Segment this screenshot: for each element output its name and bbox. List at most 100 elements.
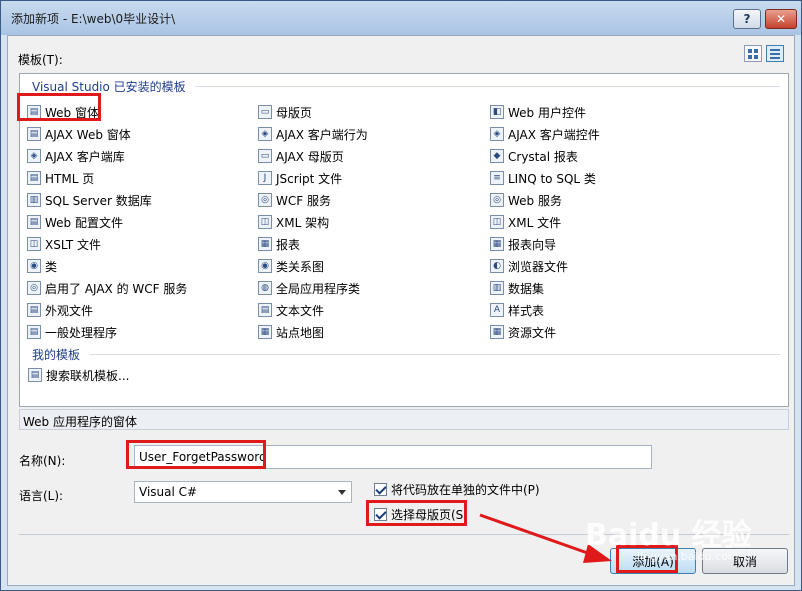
xml-schema-icon: ◫ <box>258 215 272 229</box>
resource-file-icon: ▦ <box>490 325 504 339</box>
jscript-icon: J <box>258 171 272 185</box>
item-label: 样式表 <box>508 303 545 318</box>
template-item[interactable]: ▤ Web 配置文件 <box>27 212 123 232</box>
template-item[interactable]: ◆ Crystal 报表 <box>490 146 578 166</box>
template-item[interactable]: A 样式表 <box>490 300 544 320</box>
template-item[interactable]: ◧ Web 用户控件 <box>490 102 586 122</box>
xml-file-icon: ◫ <box>490 215 504 229</box>
template-item[interactable]: ◐ 浏览器文件 <box>490 256 568 276</box>
template-item[interactable]: ◎ WCF 服务 <box>258 190 331 210</box>
separate-code-label: 将代码放在单独的文件中(P) <box>391 482 540 497</box>
close-button[interactable]: ✕ <box>765 9 797 29</box>
report-icon: ▦ <box>258 237 272 251</box>
title-bar[interactable]: 添加新项 - E:\web\0毕业设计\ ? ✕ <box>1 1 801 35</box>
ajax-behavior-icon: ◈ <box>258 127 272 141</box>
item-label: AJAX 母版页 <box>276 149 344 164</box>
template-item[interactable]: ≡ LINQ to SQL 类 <box>490 168 596 188</box>
templates-list[interactable]: Visual Studio 已安装的模板 我的模板 ▤ 搜索联机模板... ▤ W… <box>19 73 789 407</box>
template-item[interactable]: ▦ 资源文件 <box>490 322 556 342</box>
item-label: Web 用户控件 <box>508 105 586 120</box>
template-item[interactable]: ◈ AJAX 客户端库 <box>27 146 125 166</box>
template-item[interactable]: ◈ AJAX 客户端控件 <box>490 124 600 144</box>
item-label: XML 架构 <box>276 215 330 230</box>
template-item[interactable]: ▦ 报表 <box>258 234 300 254</box>
window-title: 添加新项 - E:\web\0毕业设计\ <box>11 12 176 26</box>
template-item[interactable]: ▥ 数据集 <box>490 278 544 298</box>
item-label: 浏览器文件 <box>508 259 569 274</box>
ajax-form-icon: ▤ <box>27 127 41 141</box>
master-page-icon: ▭ <box>258 105 272 119</box>
template-item[interactable]: ▦ 报表向导 <box>490 234 556 254</box>
select-master-page-label: 选择母版页(S) <box>391 507 468 522</box>
ajax-wcf-icon: ◎ <box>27 281 41 295</box>
help-button[interactable]: ? <box>733 9 761 29</box>
template-item[interactable]: ▤ 外观文件 <box>27 300 93 320</box>
global-class-icon: ◍ <box>258 281 272 295</box>
large-icons-view-button[interactable] <box>744 45 762 62</box>
template-description: Web 应用程序的窗体 <box>19 409 789 430</box>
template-item[interactable]: ◍ 全局应用程序类 <box>258 278 360 298</box>
item-label: AJAX 客户端控件 <box>508 127 600 142</box>
group-divider <box>90 354 780 355</box>
help-icon: ? <box>743 12 751 26</box>
description-text: Web 应用程序的窗体 <box>23 415 137 429</box>
skin-file-icon: ▤ <box>27 303 41 317</box>
list-view-icon <box>770 48 780 59</box>
item-label: Web 窗体 <box>45 105 99 120</box>
item-label: 文本文件 <box>276 303 325 318</box>
sitemap-icon: ▦ <box>258 325 272 339</box>
stylesheet-icon: A <box>490 303 504 317</box>
item-label: SQL Server 数据库 <box>45 193 152 208</box>
dialog-body: 模板(T): Visual Studio 已安装的模板 我的模板 ▤ 搜索联机模… <box>7 35 795 586</box>
template-item[interactable]: ◎ 启用了 AJAX 的 WCF 服务 <box>27 278 187 298</box>
watermark-main: Baidu 经验 <box>585 518 752 553</box>
database-icon: ▥ <box>27 193 41 207</box>
config-icon: ▤ <box>27 215 41 229</box>
name-input[interactable]: User_ForgetPassword <box>134 445 652 469</box>
template-item[interactable]: ▤ 文本文件 <box>258 300 324 320</box>
template-item[interactable]: ◫ XML 文件 <box>490 212 561 232</box>
item-label: 报表 <box>276 237 301 252</box>
template-item[interactable]: ◉ 类 <box>27 256 57 276</box>
template-item[interactable]: ▤ AJAX Web 窗体 <box>27 124 131 144</box>
ajax-library-icon: ◈ <box>27 149 41 163</box>
web-form-icon: ▤ <box>27 105 41 119</box>
template-item[interactable]: ▭ AJAX 母版页 <box>258 146 344 166</box>
template-item[interactable]: ◉ 类关系图 <box>258 256 324 276</box>
template-item[interactable]: ▥ SQL Server 数据库 <box>27 190 152 210</box>
separate-code-checkbox[interactable]: 将代码放在单独的文件中(P) <box>374 480 540 498</box>
item-label: WCF 服务 <box>276 193 331 208</box>
installed-templates-heading: Visual Studio 已安装的模板 <box>32 80 186 94</box>
item-label: XML 文件 <box>508 215 562 230</box>
template-item[interactable]: ◈ AJAX 客户端行为 <box>258 124 368 144</box>
template-item[interactable]: ◫ XSLT 文件 <box>27 234 101 254</box>
item-label: 一般处理程序 <box>45 325 118 340</box>
browser-file-icon: ◐ <box>490 259 504 273</box>
item-label: 外观文件 <box>45 303 94 318</box>
select-master-page-checkbox[interactable]: 选择母版页(S) <box>374 505 468 523</box>
group-divider <box>195 86 780 87</box>
template-item[interactable]: ◫ XML 架构 <box>258 212 329 232</box>
template-item[interactable]: ▭ 母版页 <box>258 102 312 122</box>
dataset-icon: ▥ <box>490 281 504 295</box>
template-item[interactable]: J JScript 文件 <box>258 168 342 188</box>
small-icons-view-button[interactable] <box>766 45 784 62</box>
name-value: User_ForgetPassword <box>139 450 267 464</box>
template-item[interactable]: ◎ Web 服务 <box>490 190 562 210</box>
item-label: JScript 文件 <box>276 171 343 186</box>
checkbox-checked <box>374 507 387 521</box>
template-item[interactable]: ▤ HTML 页 <box>27 168 94 188</box>
crystal-report-icon: ◆ <box>490 149 504 163</box>
item-label: AJAX 客户端库 <box>45 149 125 164</box>
text-file-icon: ▤ <box>258 303 272 317</box>
item-label: AJAX 客户端行为 <box>276 127 368 142</box>
handler-icon: ▤ <box>27 325 41 339</box>
language-select[interactable]: Visual C# <box>134 481 352 503</box>
close-icon: ✕ <box>775 12 787 26</box>
search-online-templates[interactable]: ▤ 搜索联机模板... <box>28 365 129 385</box>
template-item[interactable]: ▤ 一般处理程序 <box>27 322 117 342</box>
template-item[interactable]: ▦ 站点地图 <box>258 322 324 342</box>
add-new-item-dialog: 添加新项 - E:\web\0毕业设计\ ? ✕ 模板(T): Visual S… <box>0 0 802 591</box>
template-item[interactable]: ▤ Web 窗体 <box>27 102 99 122</box>
ajax-master-icon: ▭ <box>258 149 272 163</box>
